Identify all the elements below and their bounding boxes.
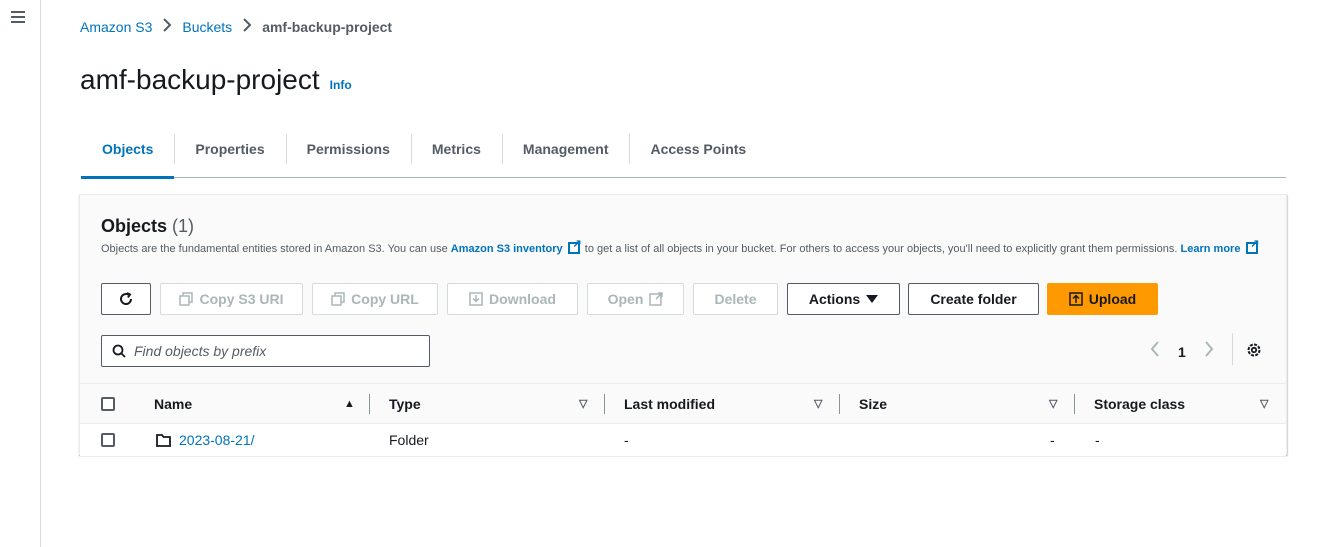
table-row[interactable]: 2023-08-21/ Folder - - -	[80, 424, 1286, 456]
chevron-right-icon[interactable]	[1204, 341, 1214, 362]
search-input[interactable]	[134, 343, 414, 359]
folder-icon	[156, 433, 171, 447]
column-divider	[604, 393, 605, 414]
upload-button[interactable]: Upload	[1047, 283, 1158, 315]
sort-ascending-icon[interactable]: ▲	[344, 398, 355, 410]
tab-objects[interactable]: Objects	[81, 132, 175, 179]
column-divider	[839, 393, 840, 414]
refresh-icon	[120, 292, 133, 305]
folder-link[interactable]: 2023-08-21/	[179, 432, 255, 448]
last-modified-cell: -	[624, 432, 629, 448]
page-number[interactable]: 1	[1178, 344, 1186, 360]
info-link[interactable]: Info	[330, 78, 352, 92]
download-icon	[469, 292, 483, 306]
column-divider	[369, 393, 370, 414]
breadcrumb-current: amf-backup-project	[262, 18, 393, 35]
column-header-name[interactable]: Name	[154, 396, 192, 412]
column-header-storage-class[interactable]: Storage class	[1094, 396, 1185, 412]
breadcrumb-buckets[interactable]: Buckets	[182, 19, 232, 35]
menu-icon[interactable]	[11, 11, 25, 23]
type-cell: Folder	[389, 432, 429, 448]
upload-icon	[1069, 292, 1083, 306]
sort-icon[interactable]: ▽	[1049, 397, 1057, 410]
refresh-button[interactable]	[101, 283, 151, 315]
gear-icon[interactable]	[1246, 342, 1262, 363]
main-content: Amazon S3 Buckets amf-backup-project amf…	[41, 0, 1319, 547]
copy-icon	[331, 292, 345, 306]
breadcrumb-amazon-s3[interactable]: Amazon S3	[80, 19, 152, 35]
sort-icon[interactable]: ▽	[579, 397, 587, 410]
create-folder-button[interactable]: Create folder	[908, 283, 1039, 315]
external-link-icon	[567, 236, 582, 254]
actions-dropdown[interactable]: Actions	[787, 283, 900, 315]
column-divider	[1074, 393, 1075, 414]
open-button[interactable]: Open	[587, 283, 684, 315]
caret-down-icon	[866, 295, 879, 303]
row-checkbox[interactable]	[101, 433, 115, 447]
chevron-right-icon	[242, 18, 252, 35]
external-link-icon	[649, 292, 664, 306]
pagination: 1	[1150, 341, 1214, 362]
objects-table: Name ▲ Type ▽ Last modified ▽ Size ▽ Sto…	[80, 383, 1286, 456]
column-header-type[interactable]: Type	[389, 396, 421, 412]
tab-bar: Objects Properties Permissions Metrics M…	[81, 132, 1286, 179]
delete-button[interactable]: Delete	[693, 283, 778, 315]
size-cell: -	[1050, 432, 1055, 448]
table-header: Name ▲ Type ▽ Last modified ▽ Size ▽ Sto…	[80, 384, 1286, 424]
tab-management[interactable]: Management	[501, 132, 630, 178]
search-box	[101, 335, 430, 367]
objects-description: Objects are the fundamental entities sto…	[101, 236, 1261, 257]
objects-panel: Objects (1) Objects are the fundamental …	[79, 194, 1287, 456]
objects-panel-title: Objects (1)	[101, 216, 195, 236]
tab-properties[interactable]: Properties	[174, 132, 285, 178]
copy-icon	[179, 292, 194, 306]
object-count: (1)	[172, 216, 195, 236]
column-header-last-modified[interactable]: Last modified	[624, 396, 715, 412]
copy-s3-uri-button[interactable]: Copy S3 URI	[160, 283, 303, 315]
divider	[1232, 333, 1233, 365]
left-navigation-rail	[0, 0, 41, 547]
breadcrumb: Amazon S3 Buckets amf-backup-project	[80, 18, 392, 35]
chevron-left-icon[interactable]	[1150, 341, 1160, 362]
sort-icon[interactable]: ▽	[814, 397, 822, 410]
name-cell: 2023-08-21/	[156, 432, 255, 448]
copy-url-button[interactable]: Copy URL	[312, 283, 438, 315]
tab-metrics[interactable]: Metrics	[410, 132, 502, 178]
bucket-name-heading: amf-backup-project	[80, 64, 320, 95]
s3-inventory-link[interactable]: Amazon S3 inventory	[451, 243, 563, 255]
chevron-right-icon	[162, 18, 172, 35]
tab-access-points[interactable]: Access Points	[629, 132, 767, 178]
column-header-size[interactable]: Size	[859, 396, 887, 412]
page-title: amf-backup-project Info	[80, 64, 352, 96]
learn-more-link[interactable]: Learn more	[1181, 243, 1241, 255]
sort-icon[interactable]: ▽	[1260, 397, 1268, 410]
tab-permissions[interactable]: Permissions	[285, 132, 411, 178]
download-button[interactable]: Download	[447, 283, 578, 315]
search-icon	[112, 344, 126, 358]
external-link-icon	[1245, 236, 1260, 254]
select-all-checkbox[interactable]	[101, 396, 115, 411]
storage-class-cell: -	[1095, 432, 1100, 448]
